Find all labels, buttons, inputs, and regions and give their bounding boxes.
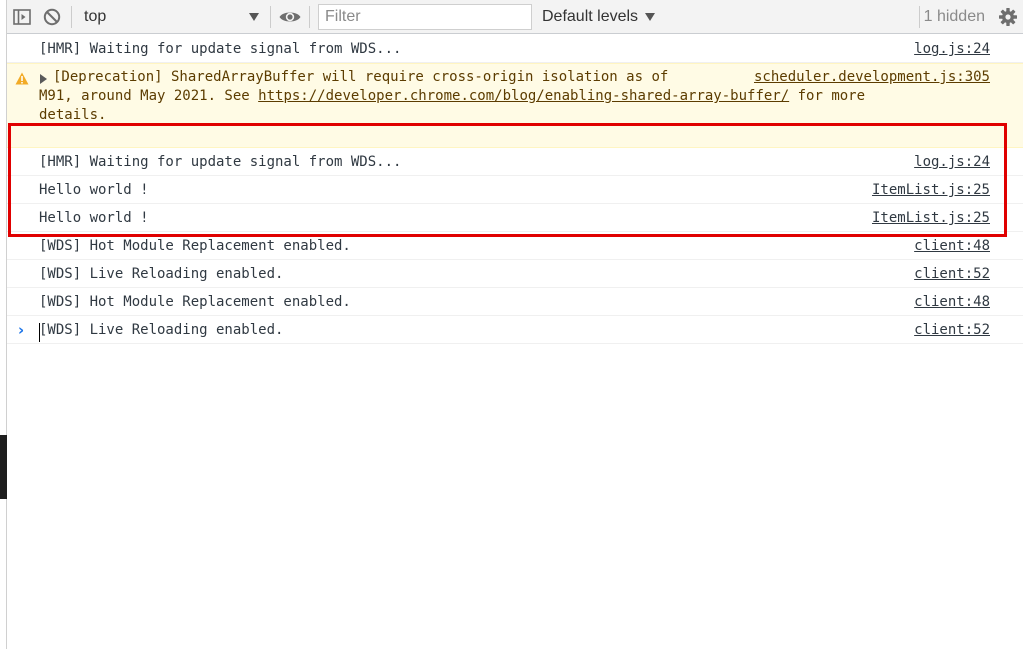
message-text: [WDS] Live Reloading enabled.: [39, 266, 284, 282]
source-link[interactable]: ItemList.js:25: [872, 209, 990, 228]
eye-icon: [279, 12, 301, 21]
panel-edge-bottom: [0, 499, 7, 649]
log-levels-dropdown[interactable]: Default levels: [542, 8, 656, 26]
clear-console-button[interactable]: [37, 2, 67, 32]
message-text: [HMR] Waiting for update signal from WDS…: [39, 41, 402, 57]
warning-triangle-icon: [15, 72, 29, 85]
warning-line-2-suffix: for more: [789, 88, 866, 104]
toolbar-divider: [309, 5, 310, 28]
context-select[interactable]: top: [76, 4, 266, 30]
sidebar-toggle-icon: [13, 8, 31, 25]
message-text: Hello world !: [39, 210, 149, 226]
source-link[interactable]: client:52: [914, 265, 990, 284]
console-message: [WDS] Hot Module Replacement enabled. cl…: [7, 232, 1023, 260]
expand-triangle-icon[interactable]: [40, 74, 47, 84]
message-text: [HMR] Waiting for update signal from WDS…: [39, 154, 402, 170]
gear-icon: [999, 7, 1017, 26]
console-message: Hello world ! ItemList.js:25: [7, 176, 1023, 204]
warning-line-3: details.: [39, 107, 107, 123]
console-message: [WDS] Hot Module Replacement enabled. cl…: [7, 288, 1023, 316]
warning-line-2-prefix: M91, around May 2021. See: [39, 88, 259, 104]
live-expression-button[interactable]: [275, 2, 305, 32]
console-message: [HMR] Waiting for update signal from WDS…: [7, 148, 1023, 176]
panel-edge-dark: [0, 435, 7, 499]
console-toolbar: top Default levels 1 hidden: [7, 0, 1023, 34]
console-settings-button[interactable]: [993, 2, 1023, 32]
console-prompt[interactable]: ›: [7, 320, 1023, 344]
message-text: [WDS] Hot Module Replacement enabled.: [39, 294, 351, 310]
chevron-down-icon: [645, 12, 656, 21]
console-message: Hello world ! ItemList.js:25: [7, 204, 1023, 232]
log-levels-label: Default levels: [542, 7, 639, 25]
console-messages: [HMR] Waiting for update signal from WDS…: [7, 35, 1023, 344]
chevron-down-icon: [249, 12, 259, 21]
source-link[interactable]: client:48: [914, 237, 990, 256]
toolbar-divider: [270, 5, 271, 28]
panel-edge-top: [0, 0, 7, 435]
context-select-value: top: [84, 7, 107, 25]
adjacent-panel-edge: [0, 0, 7, 649]
text-caret: [39, 323, 40, 342]
message-text: Hello world !: [39, 182, 149, 198]
console-message: [HMR] Waiting for update signal from WDS…: [7, 35, 1023, 63]
clear-console-icon: [43, 8, 61, 25]
source-link[interactable]: client:48: [914, 293, 990, 312]
hidden-messages-count: 1 hidden: [923, 7, 985, 25]
console-warning-message: [Deprecation] SharedArrayBuffer will req…: [7, 63, 1023, 148]
warning-link[interactable]: https://developer.chrome.com/blog/enabli…: [258, 88, 789, 104]
filter-input[interactable]: [318, 3, 532, 30]
message-text: [WDS] Hot Module Replacement enabled.: [39, 238, 351, 254]
source-link[interactable]: ItemList.js:25: [872, 181, 990, 200]
sidebar-toggle-button[interactable]: [7, 2, 37, 32]
warning-line-1: [Deprecation] SharedArrayBuffer will req…: [53, 69, 669, 85]
toolbar-divider: [71, 5, 72, 28]
toolbar-divider: [918, 5, 920, 28]
source-link[interactable]: log.js:24: [914, 153, 990, 172]
source-link[interactable]: log.js:24: [914, 40, 990, 59]
console-message: [WDS] Live Reloading enabled. client:52: [7, 260, 1023, 288]
source-link[interactable]: scheduler.development.js:305: [754, 68, 990, 87]
prompt-chevron-icon: ›: [18, 321, 25, 339]
